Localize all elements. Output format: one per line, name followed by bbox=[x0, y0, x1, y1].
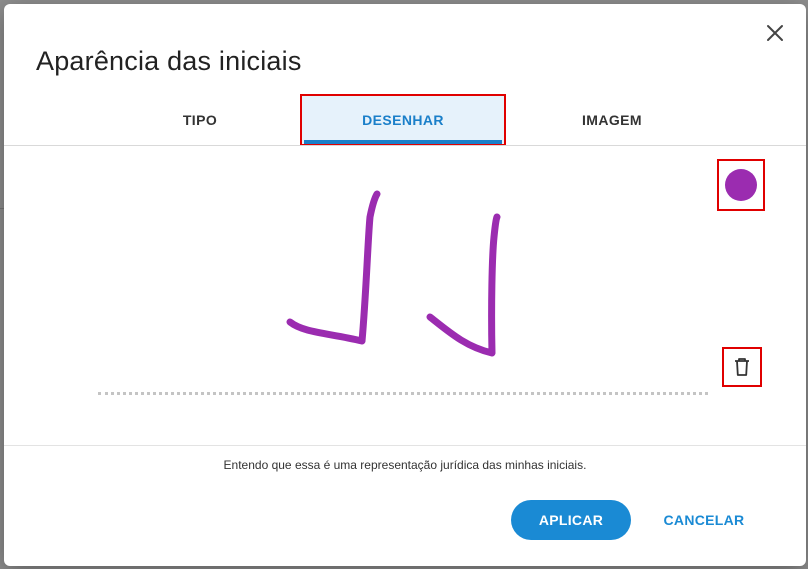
ink-color-picker[interactable] bbox=[717, 159, 765, 211]
color-circle-icon bbox=[725, 169, 757, 201]
dialog-title: Aparência das iniciais bbox=[36, 46, 302, 76]
drawn-initials bbox=[286, 190, 501, 357]
tab-tipo[interactable]: TIPO bbox=[100, 96, 300, 144]
apply-button[interactable]: APLICAR bbox=[511, 500, 631, 540]
ink-stroke-second bbox=[426, 213, 501, 357]
footer-divider bbox=[4, 445, 806, 446]
active-tab-indicator bbox=[304, 140, 502, 144]
tab-desenhar[interactable]: DESENHAR bbox=[300, 94, 506, 146]
signature-baseline bbox=[98, 392, 708, 395]
close-icon bbox=[767, 25, 783, 41]
clear-drawing-button[interactable] bbox=[722, 347, 762, 387]
trash-icon bbox=[735, 358, 749, 376]
tab-desenhar-label: DESENHAR bbox=[362, 112, 444, 128]
cancel-button[interactable]: CANCELAR bbox=[654, 500, 754, 540]
tab-bar-divider bbox=[4, 145, 806, 146]
initials-appearance-dialog: Aparência das iniciais TIPO DESENHAR IMA… bbox=[4, 4, 806, 566]
drawing-canvas[interactable] bbox=[4, 147, 806, 445]
tab-bar: TIPO DESENHAR IMAGEM bbox=[4, 94, 806, 146]
tab-imagem[interactable]: IMAGEM bbox=[512, 96, 712, 144]
legal-notice: Entendo que essa é uma representação jur… bbox=[223, 458, 587, 472]
ink-stroke-first bbox=[286, 190, 381, 345]
close-button[interactable] bbox=[762, 20, 788, 46]
